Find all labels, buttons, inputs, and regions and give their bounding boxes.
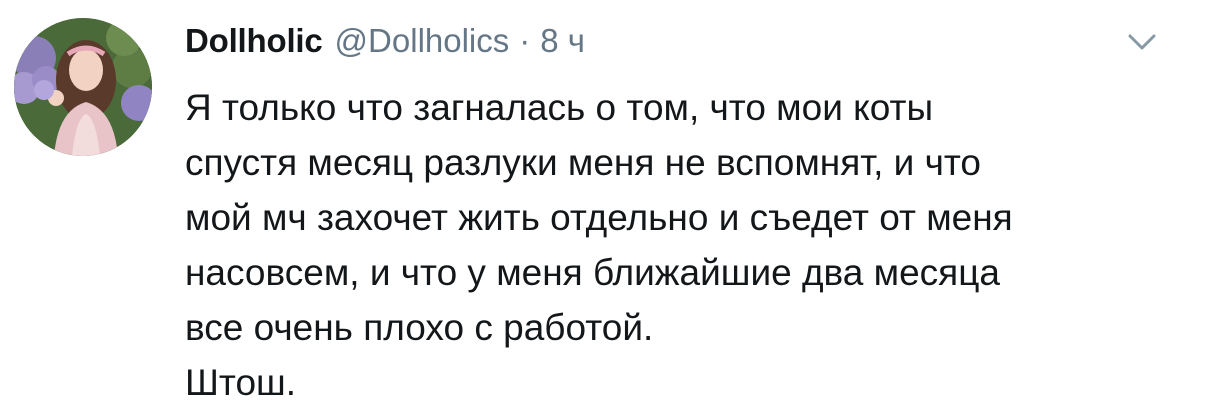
tweet-text: Я только что загналась о том, что мои ко… bbox=[185, 80, 1185, 410]
avatar[interactable] bbox=[14, 18, 152, 156]
tweet-text-line: Штош. bbox=[185, 362, 296, 403]
tweet-header: Dollholic @Dollholics · 8 ч bbox=[185, 22, 585, 66]
chevron-down-icon bbox=[1128, 34, 1156, 50]
separator-dot: · bbox=[519, 22, 531, 59]
tweet-card: Dollholic @Dollholics · 8 ч Я только что… bbox=[0, 0, 1210, 419]
avatar-image bbox=[14, 18, 152, 156]
tweet-text-line: мой мч захочет жить отдельно и съедет от… bbox=[185, 197, 1013, 238]
tweet-text-line: все очень плохо с работой. bbox=[185, 307, 654, 348]
tweet-text-line: насовсем, и что у меня ближайшие два мес… bbox=[185, 252, 1000, 293]
author-handle[interactable]: @Dollholics bbox=[335, 22, 510, 60]
tweet-text-line: спустя месяц разлуки меня не вспомнят, и… bbox=[185, 142, 981, 183]
tweet-timestamp[interactable]: 8 ч bbox=[540, 22, 585, 60]
tweet-text-line: Я только что загналась о том, что мои ко… bbox=[185, 87, 934, 128]
tweet-menu-button[interactable] bbox=[1124, 30, 1160, 54]
author-display-name[interactable]: Dollholic bbox=[185, 22, 323, 60]
